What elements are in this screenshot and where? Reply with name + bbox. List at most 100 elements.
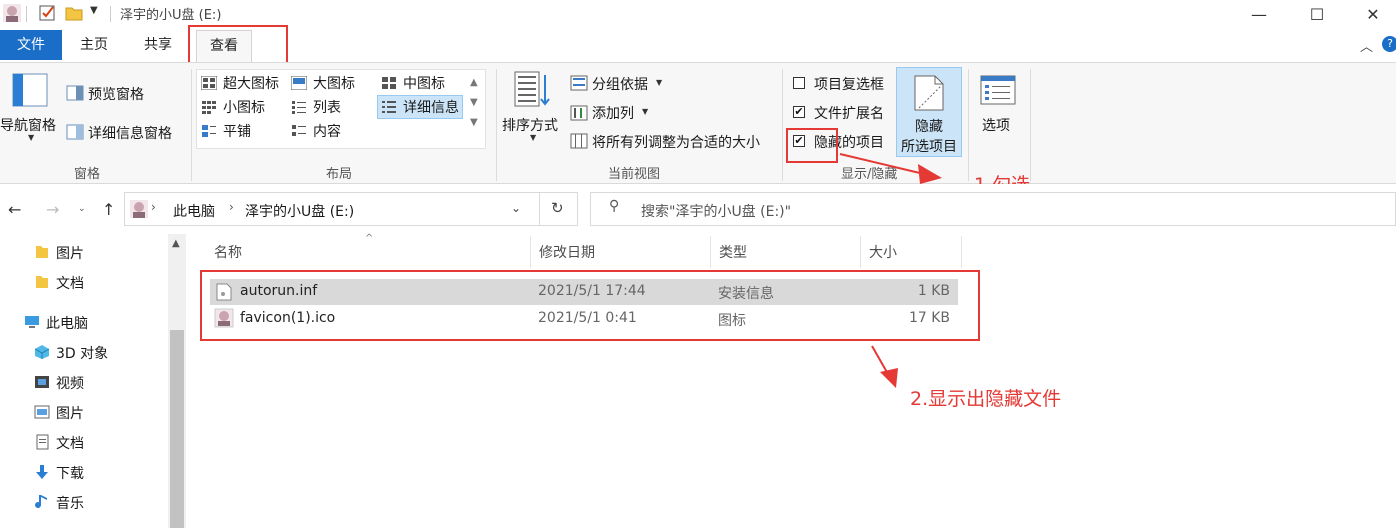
group-divider [782, 69, 783, 181]
group-divider [191, 69, 192, 181]
properties-check-icon[interactable] [38, 3, 58, 23]
layout-tiles[interactable]: 平铺 [201, 121, 251, 141]
search-input-placeholder: 搜索"泽宇的小U盘 (E:)" [641, 204, 792, 220]
recent-locations-chevron-icon[interactable]: ⌄ [78, 204, 86, 214]
content-icon [291, 124, 307, 138]
refresh-icon: ↻ [551, 199, 564, 217]
new-folder-icon[interactable] [64, 3, 84, 23]
download-icon [36, 465, 48, 479]
column-divider[interactable] [530, 236, 531, 268]
item-checkboxes-checkbox[interactable] [793, 77, 805, 89]
item-checkboxes-label: 项目复选框 [814, 77, 884, 93]
minimize-button[interactable]: — [1236, 0, 1282, 28]
window-title: 泽宇的小U盘 (E:) [120, 8, 222, 23]
layout-content[interactable]: 内容 [291, 121, 341, 141]
drive-avatar-icon [129, 199, 149, 223]
tab-file[interactable]: 文件 [0, 30, 62, 60]
sidebar-item-this-pc[interactable]: 此电脑 [46, 313, 88, 333]
computer-icon [25, 316, 39, 328]
breadcrumb-chevron-icon[interactable]: › [151, 200, 156, 214]
annotation-step-2: 2.显示出隐藏文件 [910, 388, 1062, 410]
hide-selected-icon [913, 74, 945, 116]
sidebar-item-pictures-pinned[interactable]: 图片 [56, 243, 84, 263]
tab-home[interactable]: 主页 [70, 30, 118, 60]
document-icon [36, 434, 49, 450]
sort-by-icon[interactable] [514, 71, 550, 113]
hide-selected-items-button[interactable]: 隐藏 所选项目 [896, 67, 962, 157]
video-icon [35, 376, 49, 388]
titlebar-divider [110, 6, 111, 22]
collapse-ribbon-icon[interactable]: ︿ [1360, 36, 1373, 55]
details-pane-button[interactable]: 详细信息窗格 [88, 123, 172, 143]
column-divider[interactable] [961, 236, 962, 268]
details-icon [381, 100, 397, 114]
help-icon[interactable]: ? [1382, 36, 1396, 52]
quick-access-dropdown-icon[interactable]: ▼ [90, 5, 98, 16]
layout-list[interactable]: 列表 [291, 97, 341, 117]
ribbon-view-panel: 导航窗格 ▼ 预览窗格 详细信息窗格 窗格 超大图标 大图标 中图标 小图标 列… [0, 62, 1396, 184]
sidebar-item-documents[interactable]: 文档 [56, 433, 84, 453]
layout-small-icons[interactable]: 小图标 [201, 97, 265, 117]
breadcrumb-this-pc[interactable]: 此电脑 [173, 201, 215, 221]
sidebar-item-pictures[interactable]: 图片 [56, 403, 84, 423]
options-button[interactable]: 选项 [982, 115, 1010, 135]
address-field[interactable]: › 此电脑 › 泽宇的小U盘 (E:) ⌄ [124, 192, 540, 226]
chevron-down-icon[interactable]: ▼ [642, 107, 648, 116]
column-divider[interactable] [860, 236, 861, 268]
hidden-items-highlight-box [786, 128, 838, 163]
layout-medium-icons[interactable]: 中图标 [381, 73, 445, 93]
options-icon[interactable] [980, 75, 1016, 109]
close-button[interactable]: ✕ [1350, 0, 1396, 28]
preview-pane-icon [66, 85, 84, 105]
breadcrumb-chevron-icon[interactable]: › [229, 200, 234, 214]
sort-ascending-icon: ^ [365, 233, 374, 244]
column-header-type[interactable]: 类型 [719, 242, 747, 262]
small-icons-icon [201, 100, 217, 114]
sidebar-scrollbar-thumb[interactable] [170, 330, 184, 528]
group-by-button[interactable]: 分组依据 [592, 74, 648, 94]
address-dropdown-icon[interactable]: ⌄ [511, 201, 521, 215]
extra-large-icons-icon [200, 75, 218, 91]
navigation-pane-icon[interactable] [12, 73, 48, 111]
file-extensions-checkbox[interactable]: ✔ [793, 106, 805, 118]
scroll-up-arrow-icon[interactable]: ▲ [172, 238, 180, 249]
list-icon [291, 100, 307, 114]
breadcrumb-drive[interactable]: 泽宇的小U盘 (E:) [245, 201, 354, 221]
column-header-name[interactable]: 名称 [214, 242, 242, 262]
sidebar-item-videos[interactable]: 视频 [56, 373, 84, 393]
sidebar-item-documents-pinned[interactable]: 文档 [56, 273, 84, 293]
address-bar-row: ← → ⌄ ↑ › 此电脑 › 泽宇的小U盘 (E:) ⌄ ↻ ⚲ 搜索"泽宇的… [0, 184, 1396, 234]
titlebar-divider [26, 6, 27, 22]
file-extensions-label: 文件扩展名 [814, 106, 884, 122]
up-arrow-icon[interactable]: ↑ [102, 200, 115, 219]
group-by-icon [570, 75, 588, 95]
sidebar-item-downloads[interactable]: 下载 [56, 463, 84, 483]
column-header-size[interactable]: 大小 [869, 242, 897, 262]
refresh-button[interactable]: ↻ [540, 192, 578, 226]
annotation-arrow-2 [871, 345, 898, 388]
navigation-pane-button[interactable]: 导航窗格 [0, 115, 56, 135]
chevron-down-icon[interactable]: ▼ [656, 78, 662, 87]
tab-share[interactable]: 共享 [134, 30, 182, 60]
size-all-columns-button[interactable]: 将所有列调整为合适的大小 [592, 132, 760, 152]
back-arrow-icon[interactable]: ← [8, 200, 21, 219]
gallery-scroll-arrows-icon[interactable]: ▲ ▼ ▼ [470, 73, 478, 133]
preview-pane-button[interactable]: 预览窗格 [88, 84, 144, 104]
chevron-down-icon: ▼ [28, 133, 35, 142]
chevron-down-icon: ▼ [530, 133, 537, 142]
sidebar-item-3d-objects[interactable]: 3D 对象 [56, 343, 108, 363]
group-divider [496, 69, 497, 181]
hide-selected-label-1: 隐藏 [915, 119, 943, 135]
sidebar-item-music[interactable]: 音乐 [56, 493, 84, 513]
add-columns-button[interactable]: 添加列 [592, 103, 634, 123]
layout-large-icons[interactable]: 大图标 [290, 73, 355, 93]
column-header-modified[interactable]: 修改日期 [539, 242, 595, 262]
layout-details[interactable]: 详细信息 [377, 95, 463, 119]
search-box[interactable]: ⚲ 搜索"泽宇的小U盘 (E:)" [590, 192, 1396, 226]
navigation-sidebar: 图片 文档 此电脑 3D 对象 视频 图片 文档 下载 音乐 ▲ [0, 234, 188, 528]
column-divider[interactable] [710, 236, 711, 268]
forward-arrow-icon[interactable]: → [46, 200, 59, 219]
layout-extra-large-icons[interactable]: 超大图标 [200, 73, 279, 93]
sort-by-button[interactable]: 排序方式 [502, 115, 558, 135]
maximize-button[interactable]: ☐ [1294, 0, 1340, 28]
